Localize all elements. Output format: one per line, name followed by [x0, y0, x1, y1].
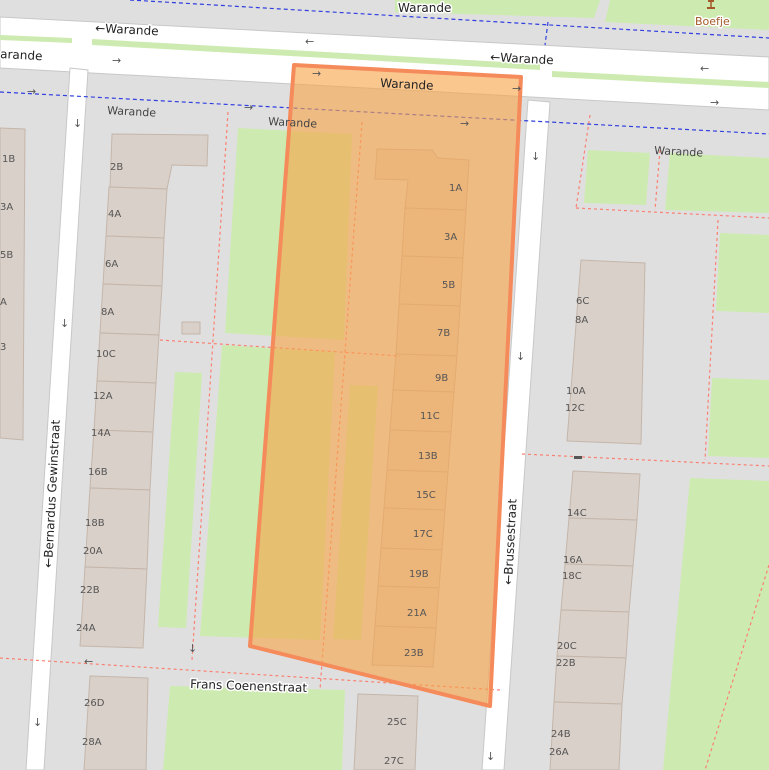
svg-text:16A: 16A	[563, 555, 583, 566]
svg-text:23B: 23B	[404, 648, 424, 659]
svg-text:27C: 27C	[384, 756, 404, 767]
svg-text:14C: 14C	[567, 508, 587, 519]
svg-text:→: →	[710, 96, 719, 109]
svg-text:→: →	[27, 85, 36, 98]
svg-text:↓: ↓	[486, 750, 495, 763]
street-label-warande-selection: Warande	[380, 76, 434, 93]
svg-text:17C: 17C	[413, 529, 433, 540]
svg-text:13B: 13B	[418, 451, 438, 462]
svg-text:2B: 2B	[110, 162, 123, 173]
svg-text:↓: ↓	[531, 150, 540, 163]
svg-text:↓: ↓	[188, 642, 197, 655]
svg-text:←: ←	[305, 35, 314, 48]
svg-text:→: →	[460, 117, 469, 130]
svg-text:6C: 6C	[576, 296, 589, 307]
svg-text:26A: 26A	[549, 747, 569, 758]
map-canvas[interactable]: ← → → → ← → ↓ ↓ ↓ ↓ ↓ ↓ → → → ← ↓ Warand…	[0, 0, 769, 770]
svg-text:3A: 3A	[444, 232, 457, 243]
svg-text:9B: 9B	[435, 373, 448, 384]
svg-text:22B: 22B	[556, 658, 576, 669]
svg-text:16B: 16B	[88, 467, 108, 478]
svg-text:22B: 22B	[80, 585, 100, 596]
svg-text:5B: 5B	[442, 280, 455, 291]
svg-text:24A: 24A	[76, 623, 96, 634]
selection-area[interactable]	[248, 63, 523, 708]
svg-text:4A: 4A	[108, 209, 121, 220]
svg-text:↓: ↓	[516, 350, 525, 363]
svg-text:24B: 24B	[551, 729, 571, 740]
street-label-warande-path-mid: Warande	[268, 115, 318, 131]
svg-text:←: ←	[84, 655, 93, 668]
svg-text:→: →	[512, 82, 521, 95]
svg-text:6A: 6A	[105, 259, 118, 270]
svg-text:19B: 19B	[409, 569, 429, 580]
svg-text:20C: 20C	[557, 641, 577, 652]
street-label-warande-path-right: Warande	[654, 144, 704, 160]
svg-text:14A: 14A	[91, 428, 111, 439]
svg-text:↓: ↓	[60, 317, 69, 330]
svg-text:→: →	[112, 54, 121, 67]
svg-text:18B: 18B	[85, 518, 105, 529]
svg-text:→: →	[244, 101, 253, 114]
poi-label-boefje: Boefje	[695, 15, 730, 28]
svg-text:7B: 7B	[437, 328, 450, 339]
street-label-arande: arande	[0, 47, 43, 63]
svg-text:A: A	[0, 297, 7, 308]
svg-text:20A: 20A	[83, 546, 103, 557]
svg-text:8A: 8A	[575, 315, 588, 326]
svg-text:1A: 1A	[449, 183, 462, 194]
svg-text:21A: 21A	[407, 608, 427, 619]
street-label-warande-top: Warande	[398, 1, 451, 15]
svg-text:→: →	[312, 67, 321, 80]
svg-text:28A: 28A	[82, 737, 102, 748]
svg-text:8A: 8A	[101, 307, 114, 318]
svg-text:26D: 26D	[84, 698, 105, 709]
svg-text:25C: 25C	[387, 717, 407, 728]
svg-text:11C: 11C	[420, 411, 440, 422]
svg-text:12C: 12C	[565, 403, 585, 414]
svg-text:10A: 10A	[566, 386, 586, 397]
svg-text:↓: ↓	[73, 117, 82, 130]
svg-text:10C: 10C	[96, 349, 116, 360]
svg-text:↓: ↓	[33, 716, 42, 729]
svg-text:←: ←	[700, 62, 709, 75]
street-label-warande-path-left: Warande	[107, 104, 157, 120]
svg-text:3: 3	[0, 342, 6, 353]
svg-text:18C: 18C	[562, 571, 582, 582]
svg-text:5B: 5B	[0, 250, 13, 261]
svg-text:15C: 15C	[416, 490, 436, 501]
entrance-marker	[574, 456, 582, 459]
svg-text:3A: 3A	[0, 202, 13, 213]
svg-text:12A: 12A	[93, 391, 113, 402]
svg-text:1B: 1B	[2, 154, 15, 165]
